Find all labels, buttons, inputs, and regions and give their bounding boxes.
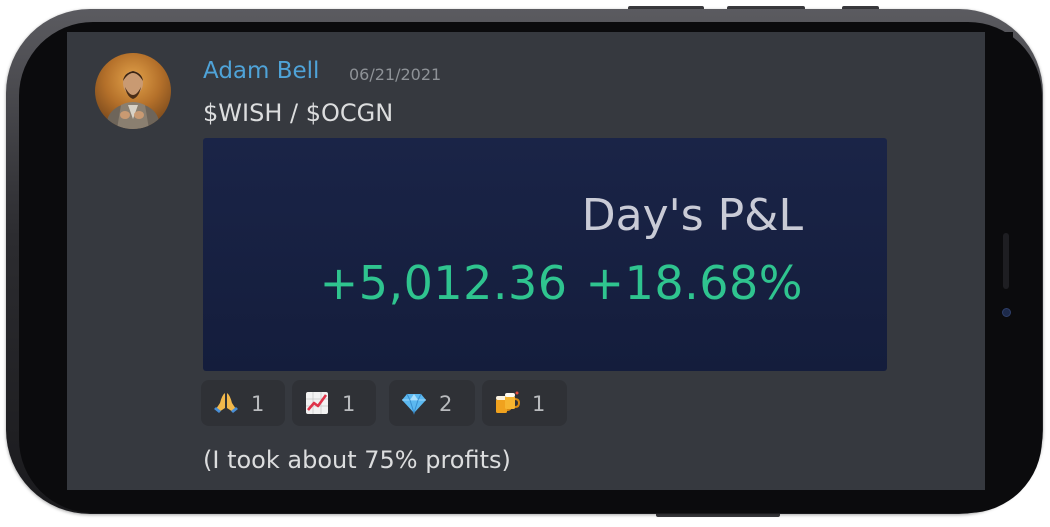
pnl-label: Day's P&L — [581, 190, 803, 241]
gem-icon — [402, 393, 426, 415]
folded-hands-icon — [214, 393, 238, 413]
pnl-screenshot-attachment[interactable]: Day's P&L +5,012.36 +18.68% — [203, 138, 887, 371]
pnl-percent: +18.68% — [585, 256, 803, 310]
home-indicator — [1003, 233, 1009, 289]
message-text: $WISH / $OCGN — [203, 99, 394, 127]
reaction-count: 1 — [251, 392, 265, 416]
reaction-folded-hands[interactable]: 1 — [201, 380, 285, 426]
message-timestamp: 06/21/2021 — [349, 65, 442, 84]
chart-increasing-icon — [306, 392, 328, 414]
message-author[interactable]: Adam Bell — [203, 58, 319, 84]
camera-dot — [1002, 308, 1011, 317]
reaction-beer-mugs[interactable]: 1 — [482, 380, 567, 426]
reaction-count: 2 — [439, 392, 453, 416]
phone-screenshot: Adam Bell 06/21/2021 $WISH / $OCGN Day's… — [0, 0, 1050, 527]
chat-screen: Adam Bell 06/21/2021 $WISH / $OCGN Day's… — [67, 32, 985, 490]
beer-mugs-icon — [496, 391, 520, 413]
avatar-image — [107, 71, 159, 129]
reaction-gem[interactable]: 2 — [389, 380, 475, 426]
reaction-count: 1 — [342, 392, 356, 416]
followup-message-text: (I took about 75% profits) — [203, 446, 511, 474]
pnl-amount: +5,012.36 — [319, 256, 568, 310]
reaction-chart-increasing[interactable]: 1 — [292, 380, 376, 426]
pnl-values: +5,012.36 +18.68% — [320, 256, 803, 310]
reaction-count: 1 — [532, 392, 546, 416]
avatar[interactable] — [95, 53, 171, 129]
